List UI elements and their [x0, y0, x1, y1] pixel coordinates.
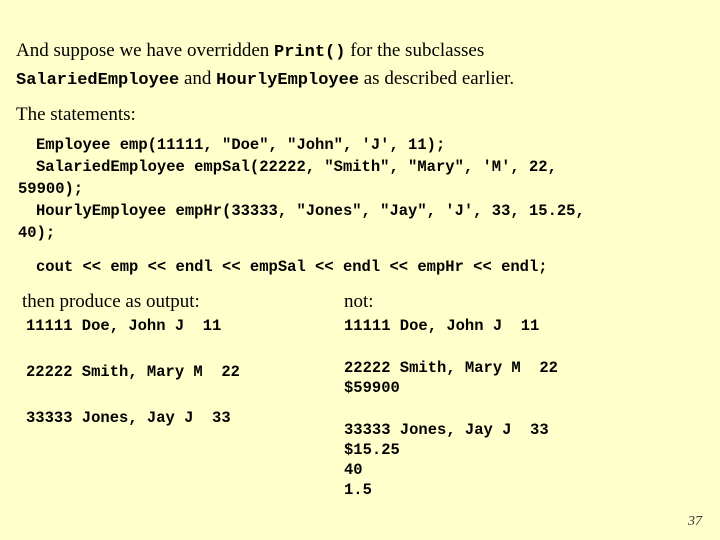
left-column-heading: then produce as output: [22, 291, 200, 312]
intro-text-and: and [179, 68, 217, 89]
intro-code-print: Print() [274, 43, 346, 62]
output-line: 22222 Smith, Mary M 22 [344, 359, 558, 377]
code-block: Employee emp(11111, "Doe", "John", 'J', … [18, 134, 708, 244]
output-line: 11111 Doe, John J 11 [344, 317, 540, 335]
intro-code-salariedemployee: SalariedEmployee [16, 71, 180, 90]
code-line: SalariedEmployee empSal(22222, "Smith", … [36, 158, 557, 176]
code-line: 40); [18, 224, 56, 242]
intro-line-1: And suppose we have overridden Print() f… [16, 38, 708, 66]
output-line: 40 [344, 461, 363, 479]
intro-text-described: as described earlier. [359, 68, 515, 89]
intro-line-2: SalariedEmployee and HourlyEmployee as d… [16, 66, 708, 94]
right-output-column: not: 11111 Doe, John J 11 22222 Smith, M… [344, 290, 714, 522]
statements-heading: The statements: [16, 104, 136, 125]
output-group: 11111 Doe, John J 11 [16, 316, 346, 336]
output-line: $15.25 [344, 441, 400, 459]
output-line: 33333 Jones, Jay J 33 [344, 421, 549, 439]
right-column-heading: not: [344, 291, 374, 312]
output-group: 33333 Jones, Jay J 33 [16, 408, 346, 428]
slide-canvas: And suppose we have overridden Print() f… [0, 0, 720, 540]
output-line: 11111 Doe, John J 11 [26, 317, 222, 335]
code-line-cout: cout << emp << endl << empSal << endl <<… [36, 258, 548, 276]
output-line: 33333 Jones, Jay J 33 [26, 409, 231, 427]
output-group: 11111 Doe, John J 11 [344, 316, 714, 336]
output-line: 22222 Smith, Mary M 22 [26, 363, 240, 381]
output-line: $59900 [344, 379, 400, 397]
intro-code-hourlyemployee: HourlyEmployee [216, 71, 359, 90]
code-line: HourlyEmployee empHr(33333, "Jones", "Ja… [36, 202, 585, 220]
output-group: 33333 Jones, Jay J 33 $15.25 40 1.5 [344, 420, 714, 500]
output-line: 1.5 [344, 481, 372, 499]
page-number: 37 [688, 514, 702, 529]
intro-paragraph: And suppose we have overridden Print() f… [16, 38, 708, 94]
code-line: Employee emp(11111, "Doe", "John", 'J', … [36, 136, 446, 154]
intro-text-prefix: And suppose we have overridden [16, 40, 275, 61]
output-group: 22222 Smith, Mary M 22 [16, 362, 346, 382]
left-output-column: then produce as output: 11111 Doe, John … [16, 290, 346, 454]
output-group: 22222 Smith, Mary M 22 $59900 [344, 358, 714, 398]
intro-text-suffix: for the subclasses [345, 40, 485, 61]
code-line: 59900); [18, 180, 84, 198]
